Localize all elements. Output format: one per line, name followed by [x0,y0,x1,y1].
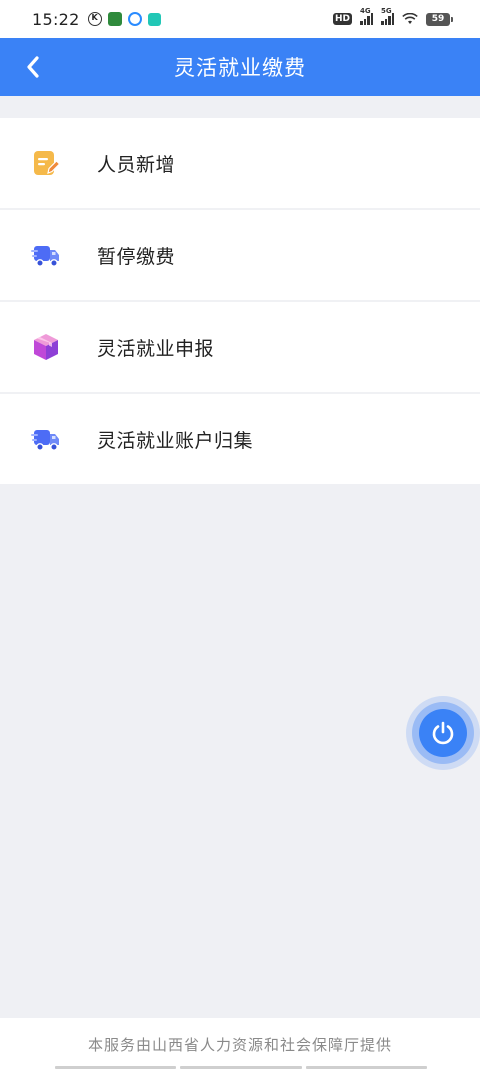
app-icon [107,12,122,26]
page-title: 灵活就业缴费 [174,56,306,80]
app-header: 灵活就业缴费 [0,38,480,96]
menu-item-suspend-payment[interactable]: 暂停缴费 [0,210,480,302]
menu-item-label: 灵活就业申报 [97,337,215,360]
hd-icon: HD [332,13,352,25]
menu-item-label: 暂停缴费 [97,245,176,268]
delivery-truck-icon [31,424,61,454]
back-button[interactable] [18,52,48,82]
signal-4g-icon: 4G [360,7,373,25]
gesture-bar [55,1066,427,1069]
menu-item-label: 人员新增 [97,153,176,176]
qq-icon [127,12,142,26]
power-button[interactable] [419,709,467,757]
menu-item-add-person[interactable]: 人员新增 [0,118,480,210]
battery-icon: 59 [426,12,453,26]
power-icon [432,721,454,745]
chevron-left-icon [27,56,39,78]
k-icon: K [87,12,102,26]
menu-list: 人员新增 暂停缴费 灵活就业申报 灵活就业账户归集 [0,118,480,484]
status-indicators: HD 4G 5G 59 [332,7,453,26]
footer-text: 本服务由山西省人力资源和社会保障厅提供 [87,1036,392,1054]
status-time: 15:22 [32,9,80,29]
signal-5g-icon: 5G [381,7,394,25]
notification-icons: K [87,12,161,26]
delivery-truck-icon [31,240,61,270]
package-box-icon [31,332,61,362]
screen: 15:22 K HD 4G 5G 59 灵活就业缴费 人员新增 暂停缴费 灵活就… [0,0,480,1070]
status-bar: 15:22 K HD 4G 5G 59 [0,0,480,38]
wifi-icon [402,13,418,24]
footer: 本服务由山西省人力资源和社会保障厅提供 [0,1018,480,1070]
menu-item-label: 灵活就业账户归集 [97,429,254,452]
edit-note-icon [31,148,61,178]
app-icon [147,12,161,26]
menu-item-account-consolidation[interactable]: 灵活就业账户归集 [0,394,480,484]
menu-item-flexible-employment-declaration[interactable]: 灵活就业申报 [0,302,480,394]
